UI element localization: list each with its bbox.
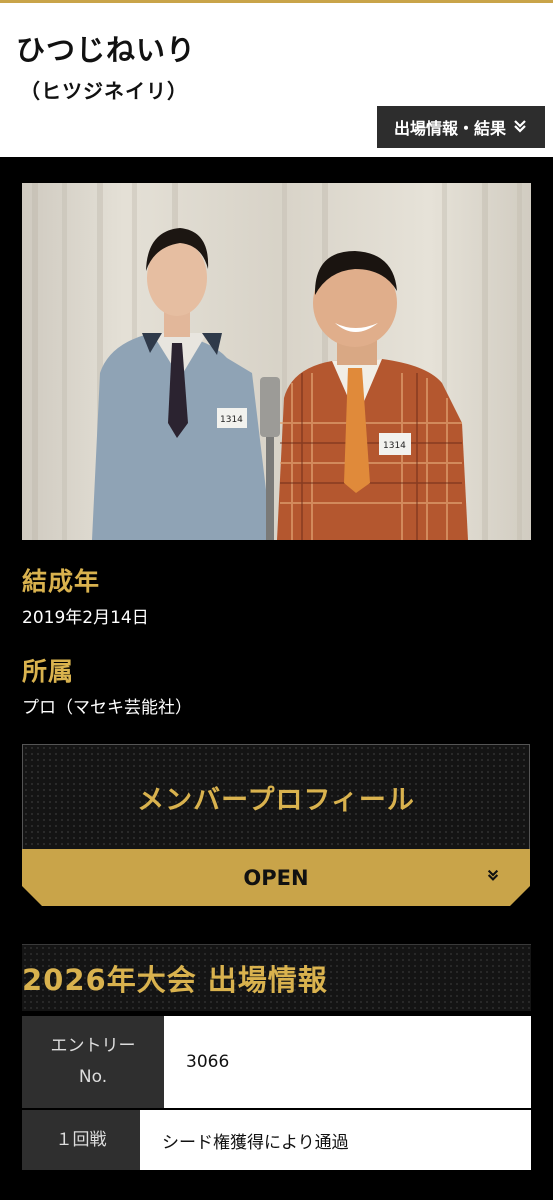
- table-row: １回戦 シード権獲得により通過: [22, 1110, 531, 1172]
- formed-year-label: 結成年: [22, 567, 101, 596]
- entry-info-label: 出場情報・結果: [393, 119, 506, 138]
- entry-info-button[interactable]: 出場情報・結果: [377, 106, 545, 148]
- combo-name: ひつじねいり: [16, 33, 197, 67]
- combo-photo: 1314 1314: [22, 183, 531, 540]
- entry-info-table: エントリーNo. 3066 １回戦 シード権獲得により通過: [22, 1016, 531, 1172]
- round1-value: シード権獲得により通過: [140, 1110, 531, 1170]
- entry-number-header-text: エントリーNo.: [50, 1036, 136, 1087]
- combo-name-kana: （ヒツジネイリ）: [20, 79, 188, 103]
- member-profile-open-button[interactable]: OPEN: [22, 849, 530, 906]
- affiliation-label: 所属: [22, 657, 75, 686]
- entry-section-header: 2026年大会 出場情報: [22, 944, 531, 1011]
- contestant-badge-left: 1314: [220, 415, 243, 425]
- double-chevron-down-icon: [486, 867, 500, 886]
- table-row: エントリーNo. 3066: [22, 1016, 531, 1110]
- round1-header: １回戦: [22, 1110, 140, 1170]
- member-profile-title: メンバープロフィール: [22, 744, 530, 849]
- affiliation-value: プロ（マセキ芸能社）: [22, 698, 192, 718]
- contestant-badge-right: 1314: [383, 441, 406, 451]
- double-chevron-down-icon: [512, 118, 528, 137]
- open-label: OPEN: [243, 865, 309, 890]
- entry-number-header: エントリーNo.: [22, 1016, 164, 1108]
- formed-year-value: 2019年2月14日: [22, 608, 149, 628]
- entry-number-value: 3066: [164, 1016, 531, 1108]
- entry-section-title: 2026年大会 出場情報: [22, 963, 328, 997]
- page-header: ひつじねいり （ヒツジネイリ） 出場情報・結果: [0, 3, 553, 157]
- member-profile-panel: メンバープロフィール OPEN: [22, 744, 530, 906]
